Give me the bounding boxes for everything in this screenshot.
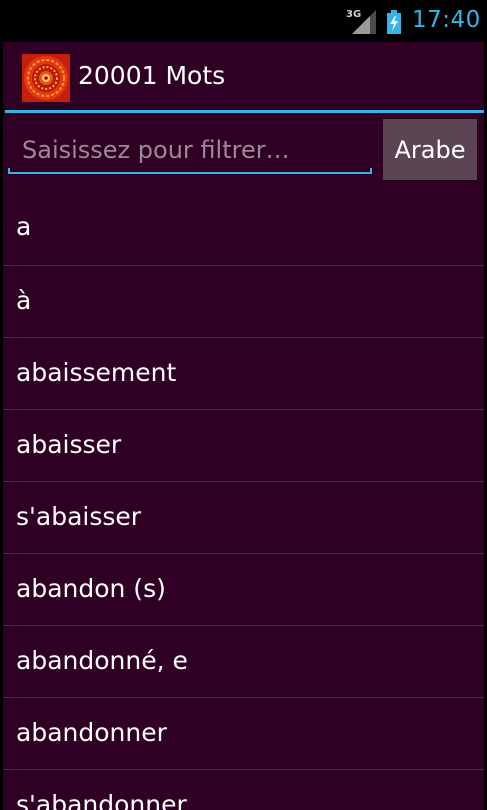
language-button[interactable]: Arabe bbox=[383, 119, 477, 180]
signal-strength-icon bbox=[352, 10, 376, 34]
list-item[interactable]: s'abandonner bbox=[3, 769, 484, 810]
list-item[interactable]: abaissement bbox=[3, 337, 484, 409]
filter-input-underline bbox=[8, 168, 372, 174]
word-label: a bbox=[16, 212, 32, 241]
list-item[interactable]: abandonner bbox=[3, 697, 484, 769]
word-label: s'abandonner bbox=[16, 790, 187, 810]
app-title: 20001 Mots bbox=[78, 61, 226, 90]
filter-input[interactable] bbox=[8, 128, 372, 172]
phone-screen: 3G 17:40 20001 Mots Saisissez pour filtr… bbox=[0, 0, 487, 810]
list-item[interactable]: abandonné, e bbox=[3, 625, 484, 697]
list-item[interactable]: a bbox=[3, 192, 484, 265]
word-label: abaisser bbox=[16, 430, 122, 459]
action-bar: 20001 Mots bbox=[3, 42, 484, 110]
word-label: à bbox=[16, 286, 32, 315]
action-bar-divider bbox=[5, 110, 484, 113]
list-item[interactable]: à bbox=[3, 265, 484, 337]
list-item[interactable]: s'abaisser bbox=[3, 481, 484, 553]
word-label: abandon (s) bbox=[16, 574, 166, 603]
app-window: 20001 Mots Arabe a à abaissement abaisse… bbox=[3, 42, 484, 810]
mandala-app-icon[interactable] bbox=[22, 54, 70, 102]
word-label: s'abaisser bbox=[16, 502, 142, 531]
word-label: abandonner bbox=[16, 718, 167, 747]
status-clock: 17:40 bbox=[412, 7, 481, 33]
status-bar: 3G 17:40 bbox=[0, 0, 487, 42]
list-item[interactable]: abandon (s) bbox=[3, 553, 484, 625]
word-label: abaissement bbox=[16, 358, 177, 387]
word-list[interactable]: a à abaissement abaisser s'abaisser aban… bbox=[3, 192, 484, 810]
battery-charging-icon bbox=[387, 10, 401, 34]
word-label: abandonné, e bbox=[16, 646, 188, 675]
list-item[interactable]: abaisser bbox=[3, 409, 484, 481]
